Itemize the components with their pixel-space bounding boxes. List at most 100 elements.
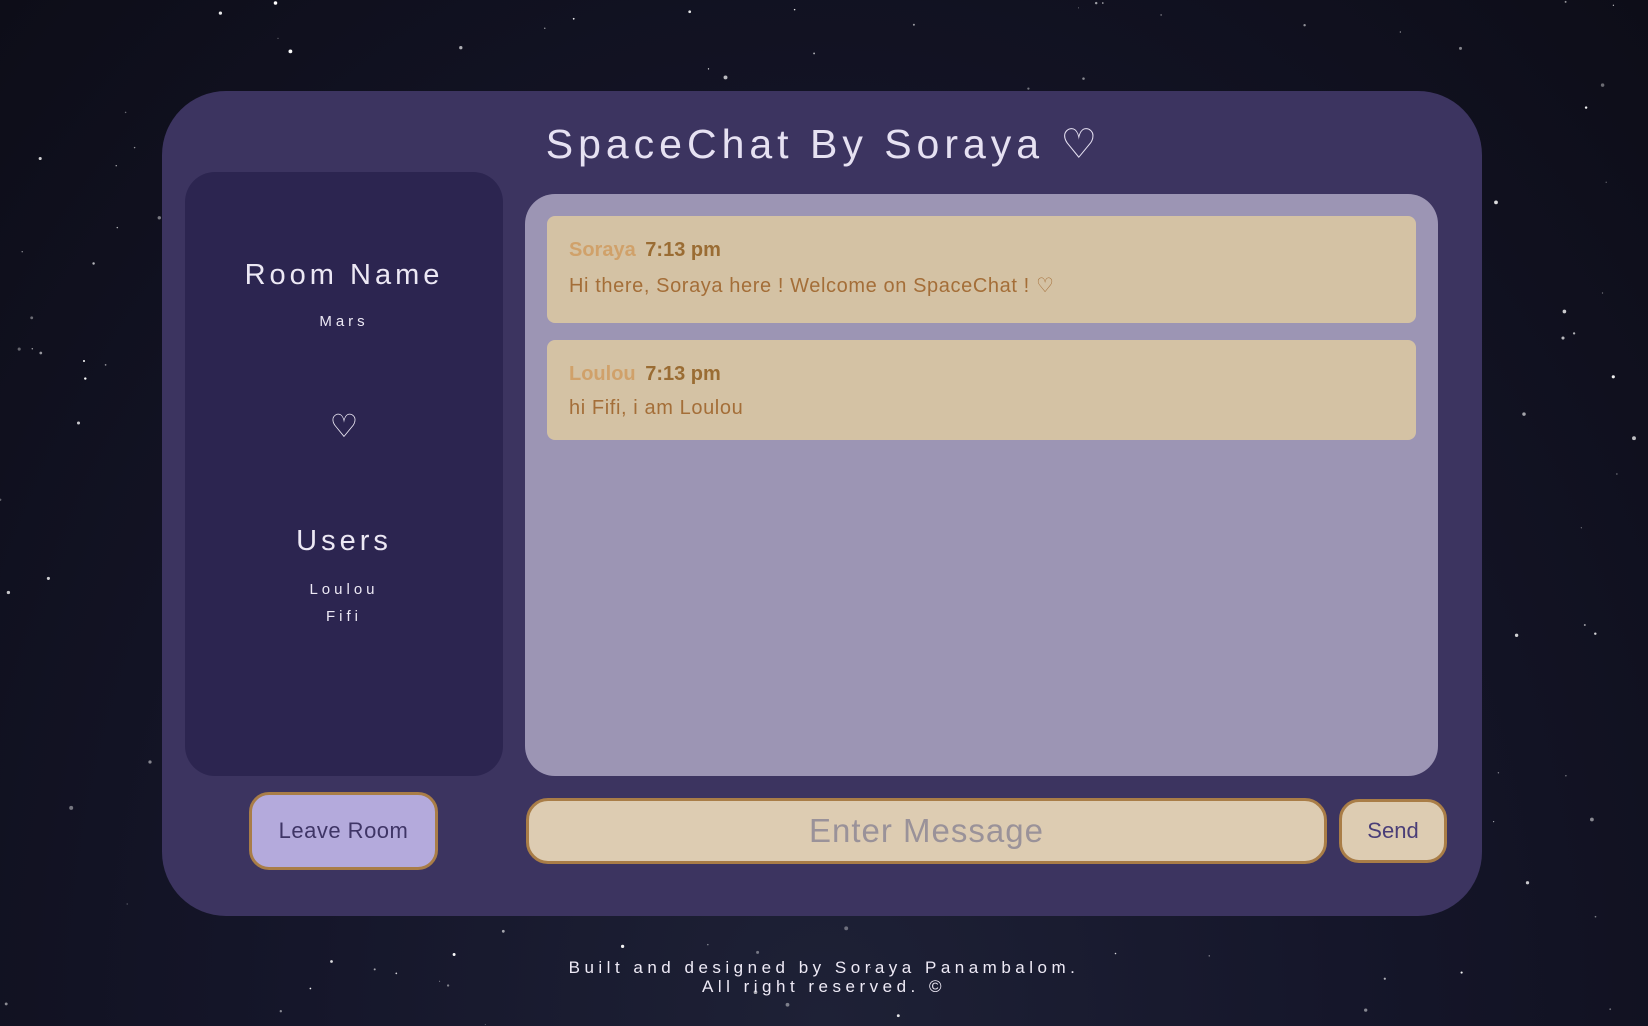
star [273, 1, 278, 5]
star [21, 251, 23, 253]
star [756, 950, 760, 954]
star [1564, 0, 1567, 3]
footer-credit: Built and designed by Soraya Panambalom. [568, 958, 1080, 977]
star [39, 351, 43, 355]
star [813, 52, 816, 55]
star [1580, 527, 1582, 529]
star [1094, 1, 1098, 5]
star [1459, 46, 1462, 50]
star [1562, 309, 1567, 314]
message-meta: Soraya 7:13 pm [569, 238, 721, 262]
message-text: hi Fifi, i am Loulou [569, 397, 744, 419]
star [279, 1010, 282, 1013]
star [17, 347, 21, 351]
star [76, 421, 81, 425]
star [723, 75, 728, 80]
user-item: Loulou [309, 581, 379, 598]
star [116, 226, 119, 229]
footer: Built and designed by Soraya Panambalom.… [0, 958, 1648, 996]
star [92, 262, 95, 265]
star [1160, 14, 1162, 16]
star [157, 216, 161, 220]
message-author: Loulou [569, 363, 636, 385]
star [572, 17, 575, 20]
star [1114, 952, 1117, 955]
room-name-heading: Room Name [244, 259, 444, 291]
star [1600, 83, 1605, 87]
star [793, 8, 796, 11]
star [218, 11, 223, 15]
star [1561, 336, 1565, 340]
chat-message: Soraya 7:13 pm Hi there, Soraya here ! W… [547, 216, 1416, 323]
star [31, 348, 34, 350]
star [459, 46, 463, 50]
star [1611, 375, 1615, 379]
star [1632, 436, 1636, 441]
star [1303, 23, 1306, 27]
heart-icon: ♡ [329, 408, 359, 444]
star [288, 49, 293, 54]
star [104, 364, 107, 366]
star [1584, 106, 1588, 109]
star [1364, 1008, 1368, 1012]
star [148, 760, 152, 764]
star [452, 953, 456, 956]
message-text: Hi there, Soraya here ! Welcome on Space… [569, 275, 1055, 297]
message-time: 7:13 pm [645, 239, 721, 261]
star [1077, 7, 1080, 9]
star [4, 1002, 8, 1006]
star [1494, 200, 1498, 205]
star [707, 68, 710, 70]
star [1525, 881, 1530, 885]
star [69, 805, 74, 810]
star [0, 498, 2, 501]
star [1399, 31, 1401, 33]
footer-copyright: All right reserved. © [701, 977, 947, 996]
star [1082, 77, 1085, 80]
star [6, 590, 11, 595]
star [544, 27, 546, 29]
star [1605, 181, 1607, 183]
message-meta: Loulou 7:13 pm [569, 362, 721, 386]
star [46, 576, 50, 580]
star [1609, 1008, 1612, 1011]
users-heading: Users [296, 525, 392, 557]
star [1497, 772, 1500, 774]
star [1027, 87, 1030, 90]
star [124, 111, 127, 114]
star [896, 1014, 900, 1018]
star [1565, 775, 1567, 777]
star [1594, 915, 1597, 918]
star [1590, 817, 1594, 822]
user-item: Fifi [326, 608, 362, 625]
star [1522, 412, 1526, 416]
users-list: Loulou Fifi [185, 576, 503, 630]
star [785, 1002, 790, 1007]
star [1616, 473, 1618, 475]
star [620, 944, 625, 949]
star [30, 316, 34, 320]
star [844, 926, 849, 931]
star [277, 37, 279, 40]
room-name-value: Mars [319, 313, 369, 330]
message-author: Soraya [569, 239, 636, 261]
star [1594, 632, 1597, 635]
star [1612, 4, 1615, 6]
page-title: SpaceChat By Soraya ♡ [545, 121, 1103, 167]
chat-message: Loulou 7:13 pm hi Fifi, i am Loulou [547, 340, 1416, 440]
message-time: 7:13 pm [645, 363, 721, 385]
star [1208, 955, 1210, 957]
star [707, 943, 709, 946]
star [1101, 2, 1104, 4]
message-input[interactable] [526, 798, 1327, 864]
star [484, 1023, 486, 1026]
star [688, 10, 692, 14]
star [84, 377, 87, 380]
star [1572, 332, 1576, 335]
star [501, 929, 505, 933]
star [912, 23, 915, 26]
star [1601, 292, 1604, 294]
send-button[interactable]: Send [1339, 799, 1447, 863]
star [1583, 624, 1586, 626]
leave-room-button[interactable]: Leave Room [249, 792, 438, 870]
